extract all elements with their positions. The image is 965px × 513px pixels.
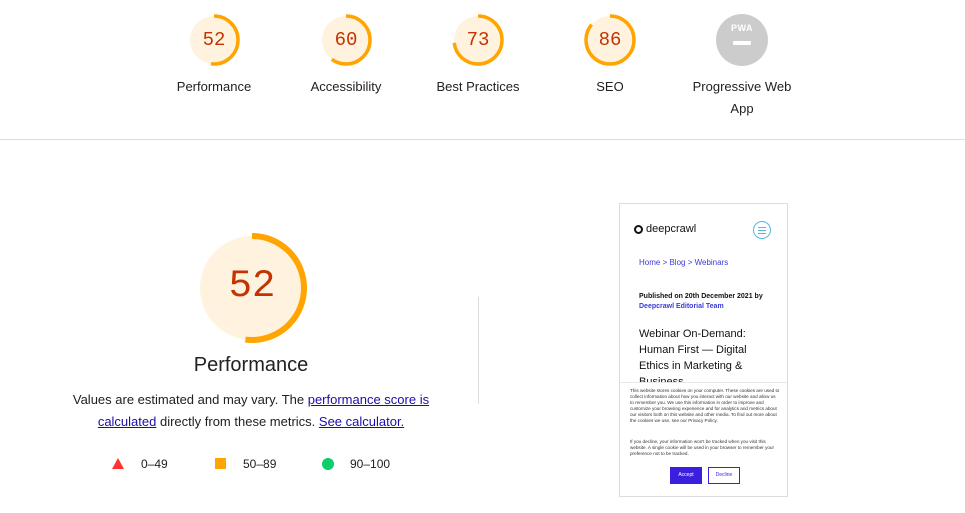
- section-divider: [0, 139, 965, 140]
- pass-circle-icon: [322, 458, 334, 470]
- gauge-label-line2: App: [730, 101, 754, 116]
- gauge-accessibility[interactable]: 60 Accessibility: [281, 12, 411, 98]
- gauge-score: 60: [334, 29, 358, 51]
- article-title: Webinar On-Demand: Human First — Digital…: [639, 328, 747, 382]
- author: Deepcrawl Editorial Team: [639, 303, 724, 310]
- fail-triangle-icon: [112, 458, 124, 469]
- gauge-label: Performance: [176, 79, 252, 94]
- gauge-best-practices[interactable]: 73 Best Practices: [413, 12, 543, 98]
- gauge-score: 52: [202, 29, 226, 51]
- performance-title: Performance: [193, 354, 309, 376]
- cookie-text-decline: If you decline, your information won't b…: [630, 439, 775, 456]
- score-legend: 0–49 50–89 90–100: [110, 456, 420, 472]
- performance-description: Values are estimated and may vary. The p…: [60, 389, 442, 433]
- desc-text: directly from these metrics.: [156, 414, 319, 429]
- pwa-badge-icon: [716, 14, 768, 66]
- desc-text: Values are estimated and may vary. The: [72, 392, 308, 407]
- performance-score: 52: [228, 264, 276, 308]
- pwa-dash-icon: [733, 41, 751, 45]
- vertical-divider: [478, 297, 479, 404]
- legend-average-range: 50–89: [243, 457, 277, 471]
- gauge-label: Progressive Web App: [677, 76, 807, 120]
- logo-text: deepcrawl: [646, 223, 697, 235]
- see-calculator-link[interactable]: See calculator.: [319, 414, 404, 429]
- decline-button: Decline: [708, 467, 740, 484]
- page-screenshot-thumbnail[interactable]: deepcrawl Home > Blog > Webinars Publish…: [619, 203, 788, 497]
- accept-button: Accept: [670, 467, 702, 484]
- gauge-seo[interactable]: 86 SEO: [545, 12, 675, 98]
- hamburger-menu-icon: [753, 221, 771, 239]
- gauge-pwa[interactable]: PWA Progressive Web App: [677, 12, 807, 120]
- published-date: Published on 20th December 2021 by: [639, 293, 763, 300]
- cookie-text: This website stores cookies on your comp…: [630, 388, 780, 423]
- gauge-label: Accessibility: [310, 79, 382, 94]
- gauge-label: SEO: [596, 79, 624, 94]
- pwa-badge-text: PWA: [730, 23, 753, 33]
- published-info: Published on 20th December 2021 by Deepc…: [639, 292, 779, 312]
- breadcrumb: Home > Blog > Webinars: [639, 258, 729, 267]
- legend-pass-range: 90–100: [350, 457, 391, 471]
- deepcrawl-logo-icon: [634, 225, 643, 234]
- legend-fail-range: 0–49: [141, 457, 168, 471]
- cookie-banner: This website stores cookies on your comp…: [620, 382, 787, 496]
- gauge-score: 86: [598, 29, 622, 51]
- gauge-performance[interactable]: 52 Performance: [149, 12, 279, 98]
- gauge-label: Best Practices: [436, 79, 520, 94]
- gauge-label-line1: Progressive Web: [692, 79, 792, 94]
- average-square-icon: [215, 458, 226, 469]
- deepcrawl-logo: deepcrawl: [634, 223, 696, 235]
- gauge-score: 73: [466, 29, 490, 51]
